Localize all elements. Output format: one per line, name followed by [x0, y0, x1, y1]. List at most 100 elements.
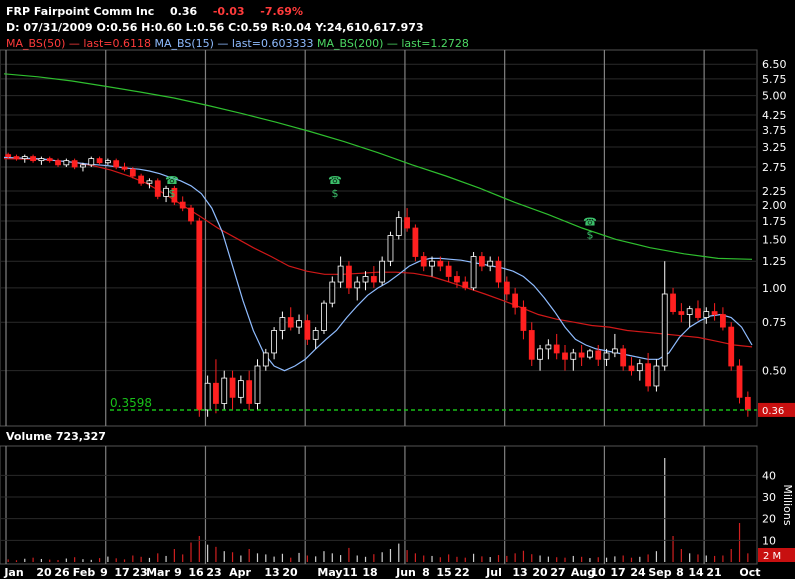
candle-up — [146, 180, 153, 184]
candle-up — [337, 265, 344, 283]
candle-up — [271, 330, 278, 354]
x-tick-label: 27 — [550, 566, 565, 579]
candle-up — [354, 281, 361, 289]
x-tick-label: Apr — [229, 566, 251, 579]
volume-tick-label: 20 — [762, 513, 776, 526]
candle-up — [262, 352, 269, 367]
candle-up — [321, 302, 327, 331]
candle-up — [296, 320, 302, 328]
candle-down — [503, 281, 510, 295]
candle-up — [379, 260, 386, 283]
x-tick-label: 18 — [362, 566, 377, 579]
y-tick-label: 2.00 — [762, 199, 787, 212]
date-axis: Jan 20 26 Feb 9 17 23Mar 9 16 23 Apr 13 20 May 11 18 Jun… — [3, 566, 760, 579]
candle-up — [362, 276, 369, 283]
y-tick-label: 6.50 — [762, 58, 787, 71]
candle-down — [213, 382, 219, 404]
candle-up — [237, 380, 244, 398]
candle-down — [196, 220, 203, 411]
price-change-pct: -7.69% — [260, 5, 303, 18]
candle-down — [129, 168, 136, 177]
support-label: 0.3598 — [110, 396, 152, 410]
candle-up — [537, 348, 543, 360]
x-tick-label: Oct — [739, 566, 760, 579]
candle-up — [395, 217, 402, 236]
candle-up — [587, 350, 593, 358]
x-tick-label: 24 — [630, 566, 646, 579]
y-tick-label: 1.25 — [762, 255, 787, 268]
candle-down — [495, 260, 502, 283]
ma50-legend: MA_BS(50) — last=0.6118 — [6, 37, 151, 50]
y-tick-label: 2.75 — [762, 161, 787, 174]
candle-up — [312, 330, 319, 340]
phone-icon: ☎ — [583, 215, 597, 228]
volume-tick-label: 10 — [762, 534, 776, 547]
candle-up — [653, 365, 660, 387]
candle-down — [595, 350, 602, 360]
candle-down — [528, 330, 535, 360]
x-tick-label: Sep — [648, 566, 671, 579]
y-tick-label: 4.25 — [762, 109, 787, 122]
x-tick-label: 8 — [676, 566, 684, 579]
candle-down — [5, 154, 12, 158]
y-tick-label: 0.50 — [762, 365, 787, 378]
candle-down — [678, 311, 685, 315]
candle-down — [437, 260, 444, 267]
volume-tick-label: 40 — [762, 469, 776, 482]
candle-up — [703, 311, 710, 318]
candle-down — [138, 175, 145, 184]
candle-up — [63, 160, 70, 166]
candle-down — [462, 281, 469, 289]
y-tick-label: 1.00 — [762, 282, 787, 295]
candle-down — [695, 308, 701, 318]
symbol: FRP — [6, 5, 31, 18]
candle-up — [329, 281, 336, 304]
candle-down — [96, 158, 103, 164]
candle-down — [30, 156, 36, 162]
candle-down — [553, 344, 560, 354]
x-tick-label: 11 — [342, 566, 357, 579]
candle-down — [420, 256, 427, 267]
candle-down — [304, 320, 311, 340]
phone-icon: ☎ — [165, 174, 179, 187]
candle-down — [628, 365, 635, 372]
x-tick-label: 16 — [188, 566, 204, 579]
x-tick-label: May — [317, 566, 342, 579]
candle-up — [104, 160, 111, 164]
y-tick-label: 1.75 — [762, 215, 787, 228]
y-tick-label: 1.50 — [762, 233, 787, 246]
candle-up — [487, 260, 494, 267]
price-axis: 0.50 0.75 1.00 1.25 1.50 1.75 2.002.25 2.75 3.25… — [762, 58, 787, 377]
dividend-icon: $ — [169, 187, 176, 200]
ma200-legend: MA_BS(200) — last=1.2728 — [316, 37, 469, 50]
candle-up — [611, 348, 618, 354]
candle-down — [512, 293, 519, 308]
x-tick-label: 9 — [174, 566, 182, 579]
candle-down — [620, 348, 627, 367]
candle-down — [188, 207, 194, 222]
x-tick-label: 17 — [610, 566, 625, 579]
candle-down — [412, 227, 419, 257]
y-tick-label: 0.75 — [762, 316, 787, 329]
phone-icon: ☎ — [328, 174, 342, 187]
volume-units-label: Millions — [781, 484, 794, 525]
candle-up — [38, 158, 45, 162]
candle-down — [13, 156, 20, 160]
candle-down — [179, 201, 186, 209]
x-tick-label: 10 — [590, 566, 606, 579]
ohlc-readout: D: 07/31/2009 O:0.56 H:0.60 L:0.56 C:0.5… — [6, 21, 424, 34]
volume-panel — [0, 445, 758, 565]
stock-chart: 0.50 0.75 1.00 1.25 1.50 1.75 2.002.25 2.75 3.25… — [0, 49, 795, 579]
x-tick-label: 20 — [532, 566, 548, 579]
x-tick-label: 8 — [422, 566, 430, 579]
y-tick-label: 3.25 — [762, 141, 787, 154]
candle-up — [279, 317, 286, 331]
candle-up — [570, 352, 577, 360]
candle-up — [221, 377, 228, 404]
candle-down — [454, 276, 460, 283]
x-tick-label: 17 — [114, 566, 129, 579]
candle-down — [121, 166, 128, 170]
candle-down — [71, 160, 78, 168]
dividend-icon: $ — [332, 187, 339, 200]
candle-down — [736, 365, 743, 398]
